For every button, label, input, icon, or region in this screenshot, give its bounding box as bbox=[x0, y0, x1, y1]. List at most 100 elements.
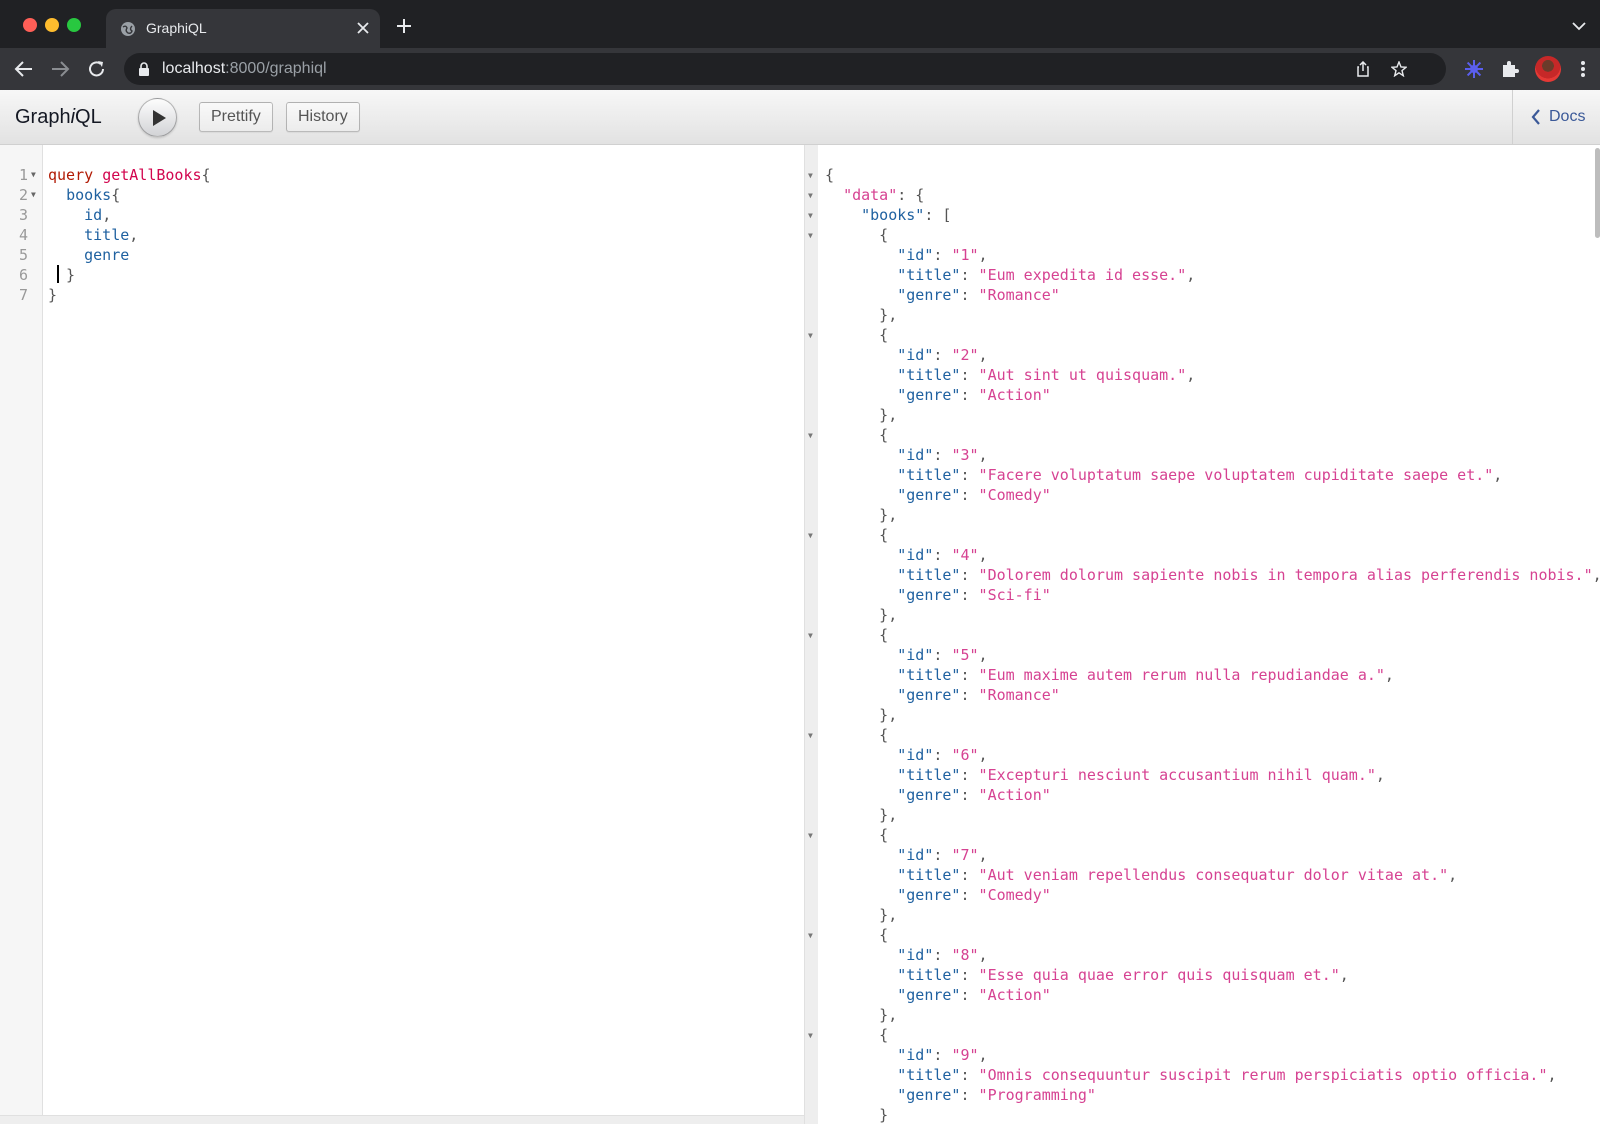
result-fold-icon[interactable]: ▼ bbox=[808, 191, 813, 200]
reload-icon[interactable] bbox=[87, 60, 107, 78]
json-token: "title" bbox=[897, 966, 961, 984]
json-token: "title" bbox=[897, 366, 961, 384]
variables-panel-handle[interactable] bbox=[0, 1115, 804, 1124]
history-button[interactable]: History bbox=[286, 102, 360, 132]
book-id-value: 5 bbox=[960, 646, 970, 664]
maximize-window-button[interactable] bbox=[67, 18, 81, 32]
code-token: { bbox=[201, 166, 211, 184]
forward-arrow-icon[interactable] bbox=[50, 60, 70, 78]
prettify-button[interactable]: Prettify bbox=[199, 102, 273, 132]
result-line: "id": "1", bbox=[825, 245, 987, 265]
extensions-puzzle-icon[interactable] bbox=[1500, 59, 1520, 79]
graphiql-logo: GraphiQL bbox=[15, 106, 102, 128]
address-bar[interactable]: localhost:8000/graphiql bbox=[124, 53, 1446, 85]
result-fold-icon[interactable]: ▼ bbox=[808, 231, 813, 240]
result-line: "id": "2", bbox=[825, 345, 987, 365]
json-token: " bbox=[978, 266, 988, 284]
fold-toggle-icon[interactable]: ▼ bbox=[31, 165, 36, 185]
json-token: : bbox=[960, 686, 979, 704]
json-token: " bbox=[978, 666, 988, 684]
json-token: : bbox=[933, 1046, 952, 1064]
json-token: } bbox=[825, 1106, 889, 1124]
tab-search-chevron-icon[interactable] bbox=[1572, 21, 1586, 31]
result-fold-icon[interactable]: ▼ bbox=[808, 171, 813, 180]
result-line: }, bbox=[825, 505, 897, 525]
url-host: localhost bbox=[162, 60, 226, 77]
play-icon bbox=[153, 110, 166, 126]
json-token: , bbox=[1493, 466, 1503, 484]
lock-icon[interactable] bbox=[138, 62, 150, 76]
json-token: { bbox=[825, 626, 889, 644]
share-icon[interactable] bbox=[1355, 61, 1371, 77]
back-arrow-icon[interactable] bbox=[14, 60, 34, 78]
code-token: genre bbox=[84, 246, 130, 264]
result-fold-icon[interactable]: ▼ bbox=[808, 431, 813, 440]
graphiql-topbar: GraphiQL Prettify History Docs bbox=[0, 90, 1600, 145]
json-token: : bbox=[960, 586, 979, 604]
json-token: }, bbox=[825, 606, 898, 624]
minimize-window-button[interactable] bbox=[45, 18, 59, 32]
close-window-button[interactable] bbox=[23, 18, 37, 32]
json-token: " bbox=[1375, 666, 1385, 684]
result-fold-icon[interactable]: ▼ bbox=[808, 211, 813, 220]
result-fold-icon[interactable]: ▼ bbox=[808, 931, 813, 940]
globe-icon bbox=[121, 22, 135, 36]
json-token: "title" bbox=[897, 766, 961, 784]
json-token: : bbox=[960, 866, 979, 884]
result-line: }, bbox=[825, 405, 897, 425]
book-title-value: Facere voluptatum saepe voluptatem cupid… bbox=[987, 466, 1485, 484]
result-fold-icon[interactable]: ▼ bbox=[808, 1031, 813, 1040]
json-token: , bbox=[978, 746, 988, 764]
code-token: getAllBooks bbox=[102, 166, 202, 184]
json-token: " bbox=[1041, 886, 1051, 904]
browser-menu-icon[interactable] bbox=[1580, 60, 1586, 78]
extension-sparkle-icon[interactable] bbox=[1464, 59, 1484, 79]
profile-avatar[interactable] bbox=[1535, 56, 1561, 82]
result-fold-icon[interactable]: ▼ bbox=[808, 631, 813, 640]
json-token: : bbox=[960, 1086, 979, 1104]
close-tab-icon[interactable] bbox=[356, 21, 370, 35]
result-fold-icon[interactable]: ▼ bbox=[808, 331, 813, 340]
json-token: "genre" bbox=[897, 1086, 961, 1104]
json-token: "title" bbox=[897, 666, 961, 684]
json-token: " bbox=[969, 246, 979, 264]
result-line: { bbox=[825, 625, 888, 645]
new-tab-icon[interactable] bbox=[396, 18, 412, 34]
result-line: "genre": "Action" bbox=[825, 385, 1051, 405]
code-line: } bbox=[48, 265, 75, 285]
json-token: { bbox=[825, 1026, 889, 1044]
query-editor[interactable]: 1 ▼ query getAllBooks{2 ▼ books{3 id, 4 titl… bbox=[0, 145, 804, 1124]
json-token: , bbox=[978, 646, 988, 664]
json-token: : bbox=[960, 886, 979, 904]
book-id-value: 1 bbox=[960, 246, 970, 264]
result-fold-icon[interactable]: ▼ bbox=[808, 531, 813, 540]
execute-query-button[interactable] bbox=[138, 98, 177, 137]
line-number: 7 bbox=[18, 286, 28, 304]
result-fold-icon[interactable]: ▼ bbox=[808, 731, 813, 740]
json-token: }, bbox=[825, 906, 898, 924]
json-token: " bbox=[1050, 286, 1060, 304]
result-fold-icon[interactable]: ▼ bbox=[808, 831, 813, 840]
json-token: " bbox=[1041, 986, 1051, 1004]
result-scrollbar[interactable] bbox=[1595, 148, 1600, 238]
code-token: query bbox=[48, 166, 94, 184]
tab-title: GraphiQL bbox=[146, 20, 207, 36]
fold-toggle-icon[interactable]: ▼ bbox=[31, 185, 36, 205]
result-viewer[interactable]: { "data": { "books": [ { "id": "1", "tit… bbox=[818, 145, 1600, 1124]
browser-tab-graphiql[interactable]: GraphiQL bbox=[106, 9, 380, 48]
json-token: }, bbox=[825, 806, 898, 824]
result-line: "genre": "Romance" bbox=[825, 685, 1060, 705]
json-token: : bbox=[933, 646, 952, 664]
bookmark-star-icon[interactable] bbox=[1391, 61, 1407, 77]
docs-button[interactable]: Docs bbox=[1512, 90, 1600, 144]
json-token: : bbox=[960, 366, 979, 384]
